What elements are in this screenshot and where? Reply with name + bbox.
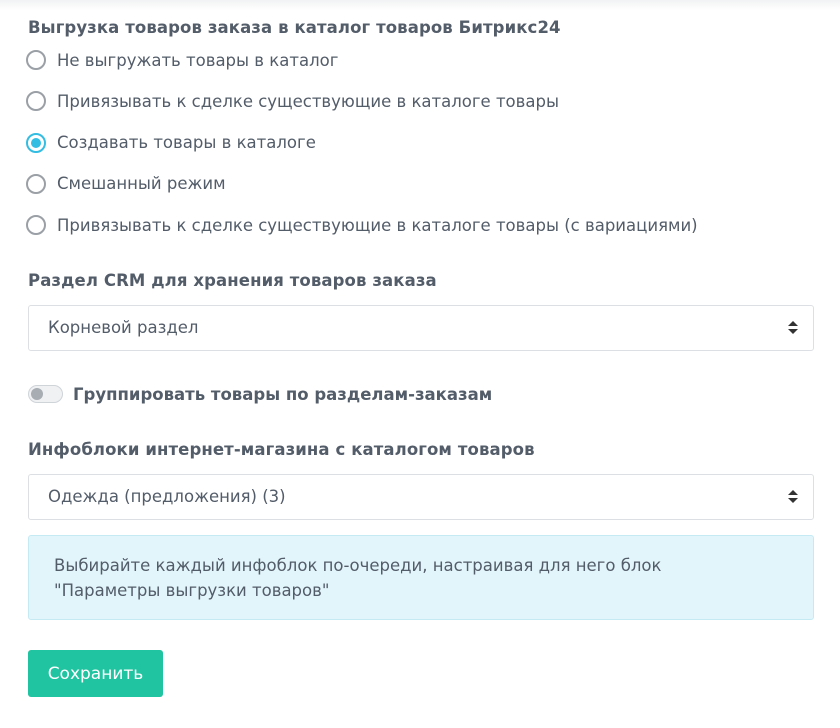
iblock-section-title: Инфоблоки интернет-магазина с каталогом … — [28, 440, 535, 460]
crm-section-title: Раздел CRM для хранения товаров заказа — [28, 271, 437, 291]
group-products-toggle-row: Группировать товары по разделам-заказам — [28, 382, 814, 406]
select-value: Корневой раздел — [48, 318, 199, 338]
radio-option-no-export[interactable]: Не выгружать товары в каталог — [26, 48, 814, 72]
export-mode-radio-group: Не выгружать товары в каталог Привязыват… — [26, 48, 814, 237]
export-section-title: Выгрузка товаров заказа в каталог товаро… — [28, 18, 561, 37]
radio-option-link-existing[interactable]: Привязывать к сделке существующие в ката… — [26, 89, 814, 113]
radio-button[interactable] — [26, 215, 46, 236]
radio-option-label: Привязывать к сделке существующие в ката… — [57, 91, 559, 111]
radio-button[interactable] — [26, 173, 46, 194]
toggle-knob — [31, 388, 43, 401]
sort-arrows-icon — [788, 490, 798, 504]
top-shadow — [0, 0, 840, 10]
radio-option-mixed-mode[interactable]: Смешанный режим — [26, 172, 814, 196]
radio-option-create-products[interactable]: Создавать товары в каталоге — [26, 131, 814, 155]
select-value: Одежда (предложения) (3) — [48, 487, 286, 507]
radio-option-label: Создавать товары в каталоге — [57, 133, 316, 153]
radio-option-link-existing-variations[interactable]: Привязывать к сделке существующие в ката… — [26, 213, 814, 237]
radio-selected-dot — [31, 137, 41, 148]
radio-button[interactable] — [26, 91, 46, 112]
info-text-line: Выбирайте каждый инфоблок по-очереди, на… — [54, 556, 662, 576]
sort-arrows-icon — [788, 321, 798, 335]
save-button[interactable]: Сохранить — [28, 650, 163, 698]
radio-option-label: Не выгружать товары в каталог — [57, 50, 339, 70]
settings-form: Выгрузка товаров заказа в каталог товаро… — [26, 17, 814, 698]
info-text-line: "Параметры выгрузки товаров" — [54, 581, 330, 601]
group-products-label: Группировать товары по разделам-заказам — [73, 384, 493, 404]
form-actions: Сохранить — [28, 650, 814, 698]
radio-option-label: Смешанный режим — [57, 174, 226, 194]
crm-section-select[interactable]: Корневой раздел — [28, 305, 814, 352]
radio-button[interactable] — [26, 50, 46, 70]
radio-option-label: Привязывать к сделке существующие в ката… — [57, 215, 698, 235]
info-alert: Выбирайте каждый инфоблок по-очереди, на… — [28, 535, 814, 621]
iblock-select[interactable]: Одежда (предложения) (3) — [28, 474, 814, 521]
radio-button-selected[interactable] — [26, 132, 46, 153]
group-products-toggle[interactable] — [28, 385, 63, 404]
